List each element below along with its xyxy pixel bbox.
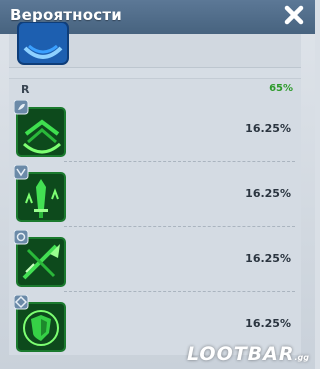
blue-skill-icon — [17, 21, 69, 66]
probabilities-list[interactable]: R 65% 16.25% 16.25% 16.25% 16.25% — [9, 21, 301, 355]
chance-value: 16.25% — [245, 187, 291, 200]
list-item — [9, 21, 301, 68]
sword-upgrade-icon — [13, 164, 70, 223]
chance-value: 16.25% — [245, 252, 291, 265]
probabilities-window: Вероятности R 65% 16.25% 16.25% 16.25% 1… — [0, 0, 315, 369]
list-item[interactable]: 16.25% — [9, 97, 301, 162]
list-item[interactable]: 16.25% — [9, 162, 301, 227]
chance-value: 16.25% — [245, 317, 291, 330]
shield-ring-icon — [13, 294, 70, 353]
rarity-label: R — [21, 83, 30, 96]
chance-value: 16.25% — [245, 122, 291, 135]
watermark-text: LOOTBAR — [186, 343, 295, 365]
close-icon[interactable] — [279, 2, 309, 30]
lootbar-watermark: LOOTBAR.gg — [187, 343, 309, 365]
crossed-blades-icon — [13, 229, 70, 288]
rarity-section: R 65% 16.25% 16.25% 16.25% 16.25% — [9, 78, 301, 355]
watermark-suffix: .gg — [294, 353, 310, 362]
layered-chevron-shield-icon — [13, 99, 70, 158]
list-item[interactable]: 16.25% — [9, 227, 301, 292]
rarity-total-chance: 65% — [269, 83, 293, 94]
